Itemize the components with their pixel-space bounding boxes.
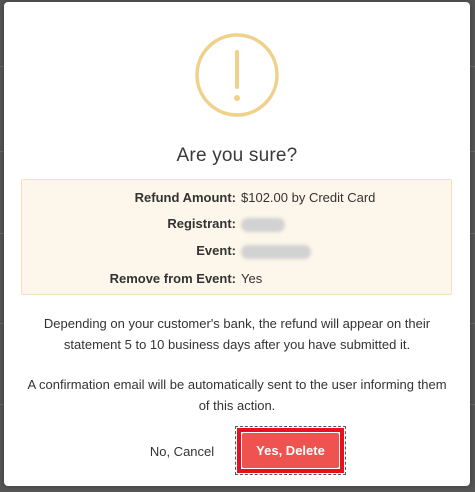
- redacted-event-name: [241, 245, 311, 259]
- detail-row-registrant: Registrant:: [22, 216, 453, 236]
- dialog-title: Are you sure?: [176, 145, 298, 166]
- refund-details-panel: Refund Amount: $102.00 by Credit Card Re…: [21, 179, 452, 295]
- detail-label: Refund Amount:: [134, 190, 236, 205]
- confirm-delete-button[interactable]: Yes, Delete: [242, 433, 339, 468]
- detail-label: Event:: [196, 243, 236, 258]
- confirm-dialog: Are you sure? Refund Amount: $102.00 by …: [4, 2, 470, 486]
- exclamation-circle-icon: [195, 33, 279, 117]
- detail-row-remove-from-event: Remove from Event: Yes: [22, 271, 453, 291]
- detail-label: Remove from Event:: [109, 271, 236, 286]
- redacted-registrant-name: [241, 218, 285, 232]
- detail-row-refund-amount: Refund Amount: $102.00 by Credit Card: [22, 190, 453, 210]
- confirmation-email-message: A confirmation email will be automatical…: [27, 377, 447, 413]
- cancel-button[interactable]: No, Cancel: [140, 440, 224, 462]
- detail-value: Yes: [241, 271, 263, 286]
- refund-timing-message: Depending on your customer's bank, the r…: [43, 316, 431, 352]
- detail-value: $102.00 by Credit Card: [241, 190, 376, 205]
- detail-row-event: Event:: [22, 243, 453, 263]
- detail-label: Registrant:: [167, 216, 236, 231]
